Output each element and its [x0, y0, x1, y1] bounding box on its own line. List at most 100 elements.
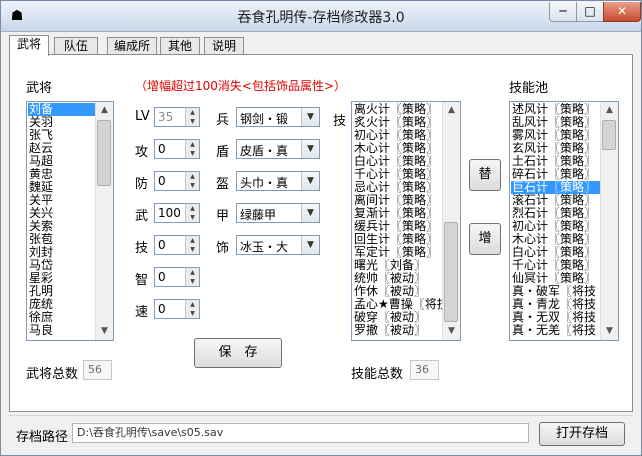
skill-list-item[interactable]: 离间计〖策略〗 — [353, 194, 442, 207]
skill-pool-item[interactable]: 巨石计〖策略〗 — [511, 181, 600, 194]
skill-list-item[interactable]: 白心计〖策略〗 — [353, 155, 442, 168]
spin-up-icon[interactable]: ▲ — [185, 140, 199, 149]
general-list-item[interactable]: 关索 — [28, 220, 95, 233]
scroll-down-icon[interactable]: ▼ — [443, 323, 460, 340]
stat-spinner-defense[interactable]: 0 ▲ ▼ — [154, 171, 200, 191]
replace-skill-button[interactable]: 替 — [469, 159, 501, 191]
skill-list-item[interactable]: 木心计〖策略〗 — [353, 142, 442, 155]
skill-pool-item[interactable]: 述风计〖策略〗 — [511, 103, 600, 116]
chevron-down-icon[interactable]: ▼ — [301, 204, 319, 222]
stat-spinner-skill[interactable]: 0 ▲ ▼ — [154, 235, 200, 255]
stat-spinner-attack[interactable]: 0 ▲ ▼ — [154, 139, 200, 159]
skill-list-item[interactable]: 破穿〖被动〗 — [353, 311, 442, 324]
skill-pool-item[interactable]: 雾风计〖策略〗 — [511, 129, 600, 142]
skill-list-item[interactable]: 炙火计〖策略〗 — [353, 116, 442, 129]
skill-list-item[interactable]: 作休〖被动〗 — [353, 285, 442, 298]
stat-value[interactable]: 100 — [158, 206, 181, 220]
minimize-button[interactable]: ─ — [549, 2, 577, 22]
scroll-up-icon[interactable]: ▲ — [443, 102, 460, 119]
spin-down-icon[interactable]: ▼ — [185, 213, 199, 222]
add-skill-button[interactable]: 增 — [469, 223, 501, 255]
skill-list-item[interactable]: 孟心★曹操〖将技 — [353, 298, 442, 311]
spin-up-icon[interactable]: ▲ — [185, 268, 199, 277]
spin-down-icon[interactable]: ▼ — [185, 245, 199, 254]
stat-spinner-martial[interactable]: 100 ▲ ▼ — [154, 203, 200, 223]
scroll-up-icon[interactable]: ▲ — [96, 102, 113, 119]
general-list-item[interactable]: 马超 — [28, 155, 95, 168]
spin-up-icon[interactable]: ▲ — [185, 300, 199, 309]
skill-list-item[interactable]: 回生计〖策略〗 — [353, 233, 442, 246]
scroll-down-icon[interactable]: ▼ — [601, 323, 618, 340]
spin-up-icon[interactable]: ▲ — [185, 236, 199, 245]
general-list-item[interactable]: 马岱 — [28, 259, 95, 272]
skill-pool-item[interactable]: 烈石计〖策略〗 — [511, 207, 600, 220]
skill-pool-listbox[interactable]: 述风计〖策略〗 乱风计〖策略〗 雾风计〖策略〗 玄风计〖策略〗 土石计〖策略〗 碎石计〖策… — [509, 101, 619, 341]
chevron-down-icon[interactable]: ▼ — [301, 172, 319, 190]
skill-pool-item[interactable]: 碎石计〖策略〗 — [511, 168, 600, 181]
general-list-scrollbar[interactable]: ▲ ▼ — [95, 102, 113, 340]
stat-value[interactable]: 0 — [158, 174, 166, 188]
maximize-button[interactable]: □ — [576, 2, 604, 22]
general-list-item[interactable]: 张飞 — [28, 129, 95, 142]
skills-listbox[interactable]: 离火计〖策略〗 炙火计〖策略〗 初心计〖策略〗 木心计〖策略〗 白心计〖策略〗 千心计〖策… — [351, 101, 461, 341]
skill-pool-item[interactable]: 千心计〖策略〗 — [511, 259, 600, 272]
equip-select-helmet[interactable]: 头巾・真 ▼ — [236, 171, 320, 191]
scroll-thumb[interactable] — [602, 120, 616, 150]
save-path-field[interactable]: D:\吞食孔明传\save\s05.sav — [72, 423, 529, 443]
tab-other[interactable]: 其他 — [160, 37, 200, 55]
skill-pool-item[interactable]: 土石计〖策略〗 — [511, 155, 600, 168]
stat-spinner-speed[interactable]: 0 ▲ ▼ — [154, 299, 200, 319]
general-list-item[interactable]: 关兴 — [28, 207, 95, 220]
close-button[interactable]: ✕ — [603, 2, 641, 22]
tab-formation[interactable]: 编成所 — [107, 37, 157, 55]
equip-select-accessory[interactable]: 冰玉・大 ▼ — [236, 235, 320, 255]
spin-down-icon[interactable]: ▼ — [185, 277, 199, 286]
skills-list-scrollbar[interactable]: ▲ ▼ — [442, 102, 460, 340]
skill-pool-item[interactable]: 初心计〖策略〗 — [511, 220, 600, 233]
tab-generals[interactable]: 武将 — [9, 35, 49, 56]
spin-down-icon[interactable]: ▼ — [185, 149, 199, 158]
skill-list-item[interactable]: 缓兵计〖策略〗 — [353, 220, 442, 233]
general-list-item[interactable]: 刘封 — [28, 246, 95, 259]
skill-pool-item[interactable]: 木心计〖策略〗 — [511, 233, 600, 246]
stat-value[interactable]: 35 — [158, 110, 173, 124]
skill-list-item[interactable]: 罗撤〖被动〗 — [353, 324, 442, 337]
skill-list-item[interactable]: 离火计〖策略〗 — [353, 103, 442, 116]
skill-pool-item[interactable]: 真・无羌〖将技 — [511, 324, 600, 337]
skill-pool-item[interactable]: 白心计〖策略〗 — [511, 246, 600, 259]
spin-down-icon[interactable]: ▼ — [185, 117, 199, 126]
scroll-down-icon[interactable]: ▼ — [96, 323, 113, 340]
skill-pool-scrollbar[interactable]: ▲ ▼ — [600, 102, 618, 340]
equip-select-armor[interactable]: 绿藤甲 ▼ — [236, 203, 320, 223]
open-save-button[interactable]: 打开存档 — [539, 422, 625, 446]
stat-value[interactable]: 0 — [158, 238, 166, 252]
tab-team[interactable]: 队伍 — [54, 37, 98, 55]
skill-list-item[interactable]: 统帅〖被动〗 — [353, 272, 442, 285]
skill-list-item[interactable]: 军定计〖策略〗 — [353, 246, 442, 259]
general-list-item[interactable]: 魏延 — [28, 181, 95, 194]
spin-down-icon[interactable]: ▼ — [185, 309, 199, 318]
skill-pool-item[interactable]: 滚石计〖策略〗 — [511, 194, 600, 207]
stat-spinner-intellect[interactable]: 0 ▲ ▼ — [154, 267, 200, 287]
general-list-item[interactable]: 孔明 — [28, 285, 95, 298]
skill-list-item[interactable]: 复渐计〖策略〗 — [353, 207, 442, 220]
skill-pool-item[interactable]: 真・无双〖将技 — [511, 311, 600, 324]
skill-list-item[interactable]: 千心计〖策略〗 — [353, 168, 442, 181]
save-button[interactable]: 保 存 — [194, 338, 282, 368]
spin-up-icon[interactable]: ▲ — [185, 204, 199, 213]
stat-value[interactable]: 0 — [158, 302, 166, 316]
stat-value[interactable]: 0 — [158, 142, 166, 156]
spin-up-icon[interactable]: ▲ — [185, 108, 199, 117]
general-list-item[interactable]: 刘备 — [28, 103, 95, 116]
skill-list-item[interactable]: 初心计〖策略〗 — [353, 129, 442, 142]
scroll-thumb[interactable] — [97, 120, 111, 186]
general-listbox[interactable]: 刘备 关羽 张飞 赵云 马超 黄忠 魏延 关平 关兴 关索 张苞 刘封 马岱 星彩 孔明 庞统 徐庶 马良 ▲ ▼ — [26, 101, 114, 341]
stat-spinner-level[interactable]: 35 ▲ ▼ — [154, 107, 200, 127]
general-list-item[interactable]: 赵云 — [28, 142, 95, 155]
stat-value[interactable]: 0 — [158, 270, 166, 284]
general-list-item[interactable]: 关平 — [28, 194, 95, 207]
spin-up-icon[interactable]: ▲ — [185, 172, 199, 181]
skill-pool-item[interactable]: 真・破军〖将技 — [511, 285, 600, 298]
skill-pool-item[interactable]: 玄风计〖策略〗 — [511, 142, 600, 155]
tab-help[interactable]: 说明 — [204, 37, 244, 55]
